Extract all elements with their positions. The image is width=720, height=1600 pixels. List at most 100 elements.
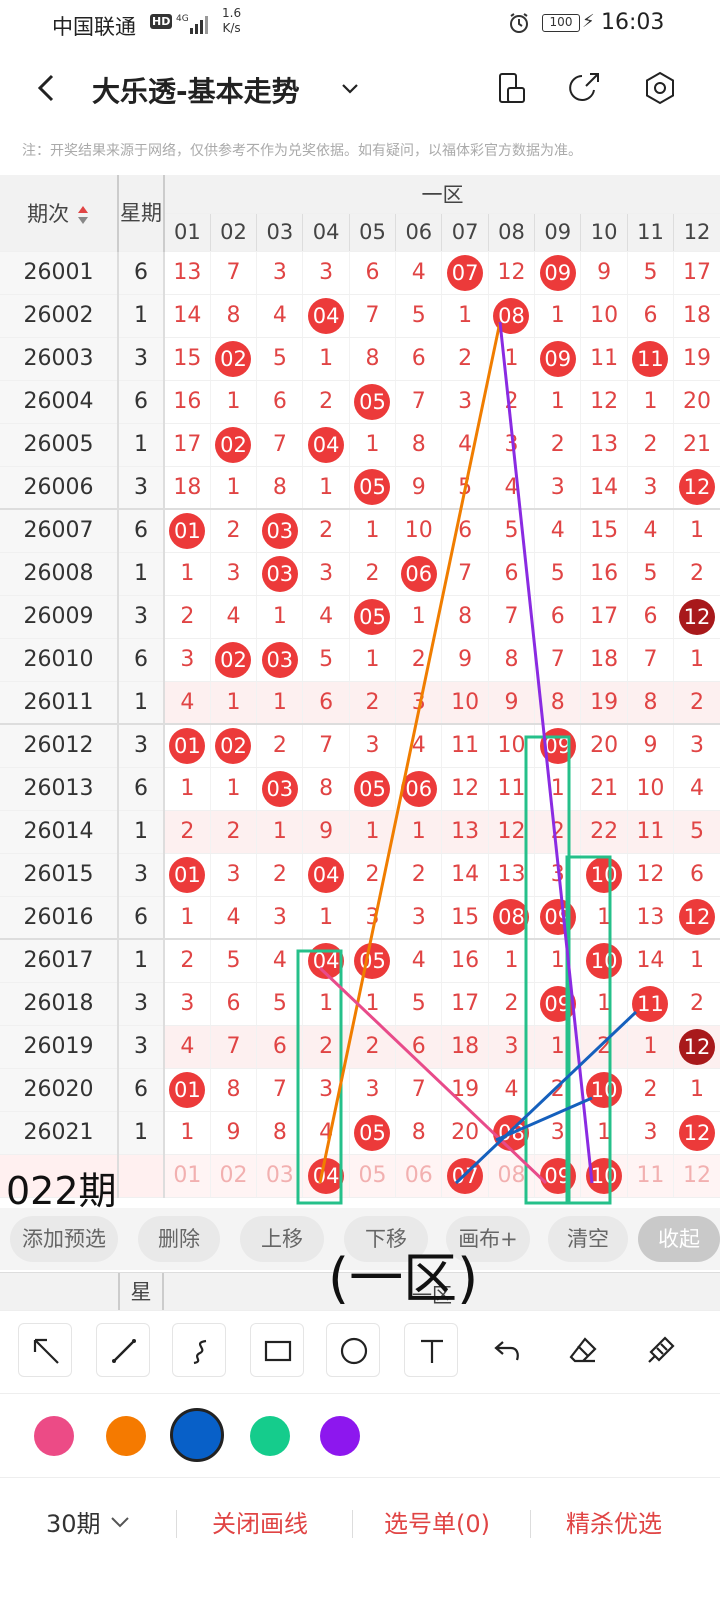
number-cell[interactable]: 1 bbox=[348, 423, 396, 467]
rect-tool[interactable] bbox=[250, 1323, 304, 1377]
number-cell[interactable]: 12 bbox=[626, 853, 674, 897]
number-cell[interactable]: 2 bbox=[302, 509, 350, 553]
number-cell[interactable]: 9 bbox=[580, 251, 628, 295]
number-cell[interactable]: 1 bbox=[673, 638, 720, 682]
number-cell[interactable]: 1 bbox=[348, 509, 396, 553]
number-cell[interactable]: 2 bbox=[441, 337, 489, 381]
settings-icon[interactable] bbox=[642, 70, 678, 106]
number-cell[interactable]: 8 bbox=[209, 1068, 257, 1112]
number-cell[interactable]: 2 bbox=[163, 939, 211, 983]
number-cell[interactable]: 3 bbox=[256, 251, 303, 295]
number-cell[interactable]: 2 bbox=[487, 380, 535, 424]
number-cell[interactable]: 2 bbox=[209, 810, 257, 854]
number-cell[interactable]: 02 bbox=[209, 423, 257, 467]
number-cell[interactable]: 2 bbox=[256, 724, 303, 768]
number-cell[interactable]: 14 bbox=[163, 294, 211, 338]
number-cell[interactable]: 19 bbox=[441, 1068, 489, 1112]
number-cell[interactable]: 2 bbox=[580, 1025, 628, 1069]
number-cell[interactable]: 3 bbox=[209, 853, 257, 897]
number-cell[interactable]: 09 bbox=[534, 251, 581, 295]
number-cell[interactable]: 2 bbox=[348, 853, 396, 897]
number-cell[interactable]: 12 bbox=[673, 896, 720, 940]
number-cell[interactable]: 09 bbox=[534, 724, 581, 768]
number-cell[interactable]: 7 bbox=[302, 724, 350, 768]
number-cell[interactable]: 12 bbox=[673, 595, 720, 639]
number-cell[interactable]: 05 bbox=[348, 466, 396, 510]
number-cell[interactable]: 08 bbox=[487, 1111, 535, 1155]
number-cell[interactable]: 10 bbox=[395, 509, 442, 553]
move-up-button[interactable]: 上移 bbox=[240, 1216, 324, 1262]
number-cell[interactable]: 10 bbox=[487, 724, 535, 768]
number-cell[interactable]: 08 bbox=[487, 294, 535, 338]
number-cell[interactable]: 22 bbox=[580, 810, 628, 854]
number-cell[interactable]: 1 bbox=[580, 896, 628, 940]
number-cell[interactable]: 1 bbox=[209, 466, 257, 510]
number-cell[interactable]: 9 bbox=[487, 681, 535, 725]
number-cell[interactable]: 3 bbox=[163, 638, 211, 682]
number-cell[interactable]: 12 bbox=[673, 466, 720, 510]
number-cell[interactable]: 6 bbox=[487, 552, 535, 596]
color-swatch-orange[interactable] bbox=[106, 1416, 146, 1456]
number-cell[interactable]: 7 bbox=[348, 294, 396, 338]
number-cell[interactable]: 05 bbox=[348, 939, 396, 983]
number-cell[interactable]: 3 bbox=[673, 724, 720, 768]
number-cell[interactable]: 2 bbox=[163, 810, 211, 854]
number-cell[interactable]: 2 bbox=[673, 982, 720, 1026]
number-cell[interactable]: 12 bbox=[673, 1111, 720, 1155]
number-cell[interactable]: 3 bbox=[163, 982, 211, 1026]
number-cell[interactable]: 3 bbox=[441, 380, 489, 424]
number-cell[interactable]: 05 bbox=[348, 380, 396, 424]
number-cell[interactable]: 3 bbox=[626, 1111, 674, 1155]
number-cell[interactable]: 9 bbox=[302, 810, 350, 854]
number-cell[interactable]: 16 bbox=[580, 552, 628, 596]
number-cell[interactable]: 4 bbox=[626, 509, 674, 553]
number-cell[interactable]: 3 bbox=[534, 466, 581, 510]
number-cell[interactable]: 8 bbox=[302, 767, 350, 811]
number-cell[interactable]: 17 bbox=[441, 982, 489, 1026]
number-cell[interactable]: 3 bbox=[348, 724, 396, 768]
number-cell[interactable]: 6 bbox=[256, 380, 303, 424]
page-title[interactable]: 大乐透-基本走势 bbox=[92, 70, 300, 110]
number-cell[interactable]: 2 bbox=[395, 638, 442, 682]
number-cell[interactable]: 02 bbox=[209, 337, 257, 381]
number-cell[interactable]: 4 bbox=[302, 595, 350, 639]
number-cell[interactable]: 5 bbox=[395, 294, 442, 338]
number-cell[interactable]: 1 bbox=[534, 1025, 581, 1069]
number-cell[interactable]: 12 bbox=[580, 380, 628, 424]
number-cell[interactable]: 03 bbox=[256, 767, 303, 811]
number-cell[interactable]: 03 bbox=[256, 509, 303, 553]
trend-table-container[interactable]: 期次 星期 一区 01 02 03 04 05 06 07 08 09 10 11 12 26001 6… bbox=[0, 175, 720, 1205]
number-cell[interactable]: 5 bbox=[673, 810, 720, 854]
number-cell[interactable]: 7 bbox=[626, 638, 674, 682]
chevron-down-icon[interactable] bbox=[338, 76, 362, 100]
number-cell[interactable]: 8 bbox=[534, 681, 581, 725]
number-cell[interactable]: 19 bbox=[580, 681, 628, 725]
number-cell[interactable]: 11 bbox=[487, 767, 535, 811]
color-swatch-blue[interactable] bbox=[170, 1408, 224, 1462]
back-icon[interactable] bbox=[28, 68, 68, 108]
number-cell[interactable]: 3 bbox=[534, 1111, 581, 1155]
color-swatch-pink[interactable] bbox=[34, 1416, 74, 1456]
number-cell[interactable]: 2 bbox=[209, 509, 257, 553]
number-cell[interactable]: 1 bbox=[163, 1111, 211, 1155]
number-cell[interactable]: 10 bbox=[441, 681, 489, 725]
number-cell[interactable]: 2 bbox=[626, 423, 674, 467]
number-cell[interactable]: 4 bbox=[256, 939, 303, 983]
curve-tool[interactable] bbox=[172, 1323, 226, 1377]
number-cell[interactable]: 5 bbox=[256, 337, 303, 381]
number-cell[interactable]: 1 bbox=[534, 939, 581, 983]
number-cell[interactable]: 11 bbox=[580, 337, 628, 381]
number-cell[interactable]: 17 bbox=[163, 423, 211, 467]
number-cell[interactable]: 18 bbox=[441, 1025, 489, 1069]
number-cell[interactable]: 12 bbox=[673, 1154, 720, 1198]
delete-button[interactable]: 删除 bbox=[138, 1216, 220, 1262]
number-cell[interactable]: 07 bbox=[441, 251, 489, 295]
number-cell[interactable]: 04 bbox=[302, 853, 350, 897]
number-cell[interactable]: 8 bbox=[395, 1111, 442, 1155]
number-cell[interactable]: 04 bbox=[302, 1154, 350, 1198]
number-cell[interactable]: 4 bbox=[163, 1025, 211, 1069]
number-cell[interactable]: 3 bbox=[534, 853, 581, 897]
number-cell[interactable]: 4 bbox=[395, 724, 442, 768]
number-cell[interactable]: 1 bbox=[348, 810, 396, 854]
number-cell[interactable]: 7 bbox=[209, 1025, 257, 1069]
